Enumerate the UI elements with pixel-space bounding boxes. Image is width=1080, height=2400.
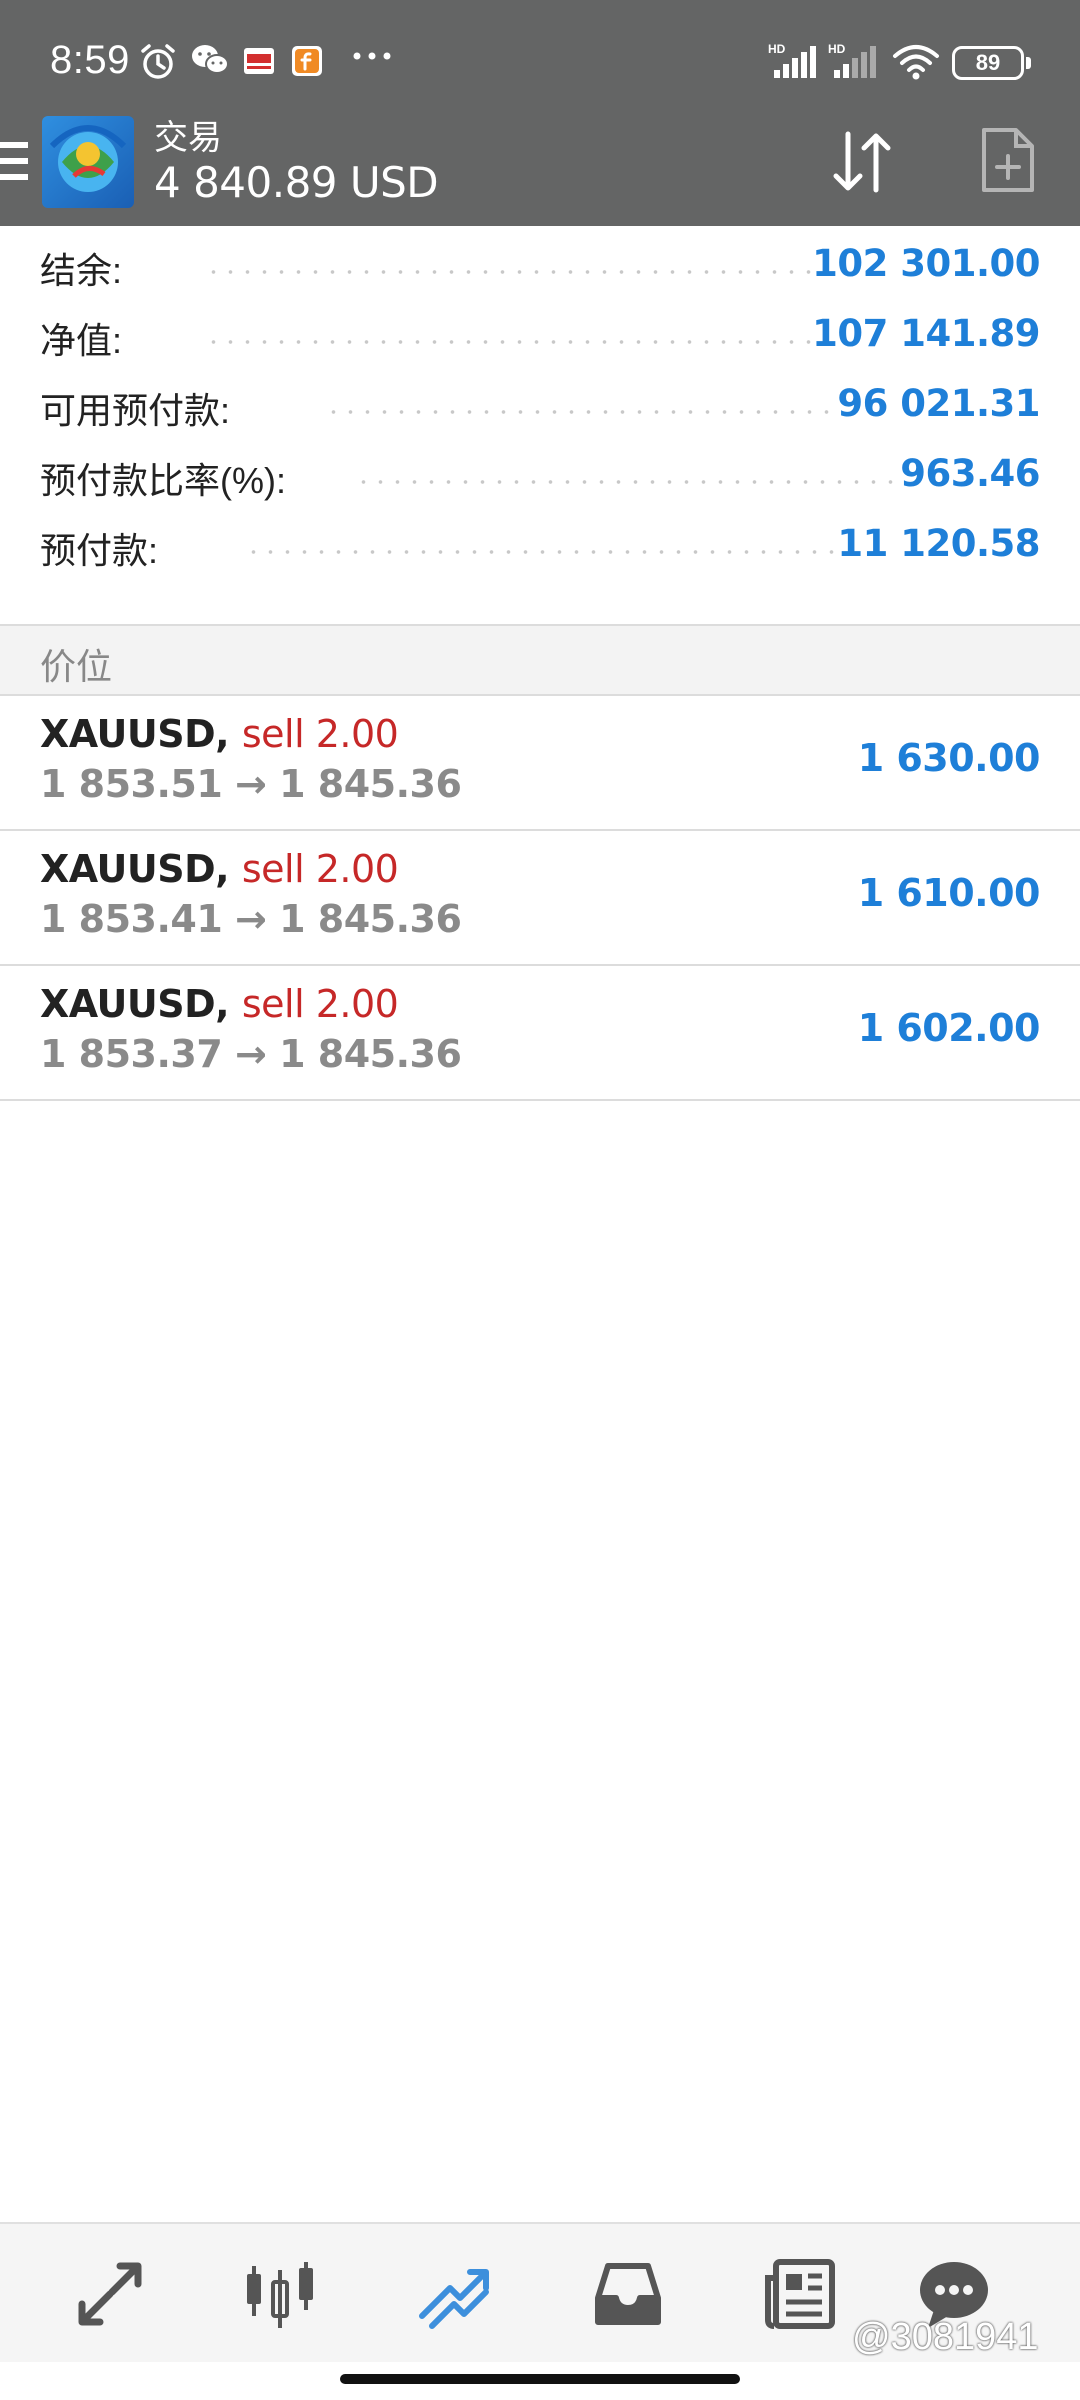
position-symbol-name: XAUUSD, bbox=[40, 847, 230, 891]
app-logo bbox=[42, 116, 134, 208]
menu-icon[interactable] bbox=[0, 142, 28, 186]
summary-value: 102 301.00 bbox=[812, 242, 1040, 285]
position-prices: 1 853.51 → 1 845.36 bbox=[40, 762, 462, 806]
position-profit: 1 630.00 bbox=[857, 736, 1041, 780]
hd-signal-icon: HD bbox=[828, 42, 876, 78]
dot-leader bbox=[205, 270, 815, 274]
position-side: sell 2.00 bbox=[241, 982, 399, 1026]
metatrader-logo-icon bbox=[49, 125, 127, 192]
section-header: 价位 bbox=[0, 624, 1080, 696]
position-symbol: XAUUSD, sell 2.00 bbox=[40, 847, 399, 891]
position-side: sell 2.00 bbox=[241, 847, 399, 891]
status-time: 8:59 bbox=[50, 38, 130, 82]
quotes-icon[interactable] bbox=[70, 2254, 150, 2334]
watermark: @3081941 bbox=[852, 2316, 1039, 2358]
position-row[interactable]: XAUUSD, sell 2.00 1 853.51 → 1 845.36 1 … bbox=[0, 696, 1080, 831]
positions-list: XAUUSD, sell 2.00 1 853.51 → 1 845.36 1 … bbox=[0, 696, 1080, 1101]
wifi-icon bbox=[893, 45, 939, 80]
dot-leader bbox=[205, 340, 815, 344]
dot-leader bbox=[325, 410, 840, 414]
summary-label: 可用预付款: bbox=[40, 382, 239, 434]
summary-label: 预付款比率(%): bbox=[40, 452, 294, 504]
hd-label: HD bbox=[828, 42, 846, 56]
summary-row-free-margin: 可用预付款: 96 021.31 bbox=[0, 366, 1080, 436]
summary-label: 结余: bbox=[40, 242, 131, 294]
position-symbol-name: XAUUSD, bbox=[40, 982, 230, 1026]
position-prices: 1 853.37 → 1 845.36 bbox=[40, 1032, 462, 1076]
header-title: 交易 bbox=[154, 119, 222, 157]
hd-label: HD bbox=[768, 42, 786, 56]
dot-leader bbox=[245, 550, 835, 554]
position-profit: 1 610.00 bbox=[857, 871, 1041, 915]
more-icon bbox=[353, 52, 391, 60]
position-side: sell 2.00 bbox=[241, 712, 399, 756]
app-header: 交易 4 840.89 USD bbox=[0, 106, 1080, 226]
summary-value: 11 120.58 bbox=[837, 522, 1040, 565]
battery-level: 89 bbox=[975, 50, 1001, 75]
position-symbol: XAUUSD, sell 2.00 bbox=[40, 712, 399, 756]
position-row[interactable]: XAUUSD, sell 2.00 1 853.37 → 1 845.36 1 … bbox=[0, 966, 1080, 1101]
home-indicator[interactable] bbox=[340, 2374, 740, 2384]
position-symbol: XAUUSD, sell 2.00 bbox=[40, 982, 399, 1026]
dot-leader bbox=[355, 480, 900, 484]
summary-row-balance: 结余: 102 301.00 bbox=[0, 226, 1080, 296]
wechat-icon bbox=[192, 45, 229, 74]
summary-label: 预付款: bbox=[40, 522, 167, 574]
summary-row-margin-level: 预付款比率(%): 963.46 bbox=[0, 436, 1080, 506]
position-prices: 1 853.41 → 1 845.36 bbox=[40, 897, 462, 941]
status-bar: 8:59 HD HD 89 bbox=[0, 0, 1080, 106]
account-summary: 结余: 102 301.00 净值: 107 141.89 可用预付款: 96 … bbox=[0, 226, 1080, 576]
battery-icon: 89 bbox=[952, 46, 1031, 80]
position-symbol-name: XAUUSD, bbox=[40, 712, 230, 756]
position-profit: 1 602.00 bbox=[857, 1006, 1041, 1050]
summary-row-margin: 预付款: 11 120.58 bbox=[0, 506, 1080, 576]
summary-value: 963.46 bbox=[900, 452, 1040, 495]
sort-icon[interactable] bbox=[826, 126, 898, 198]
summary-row-equity: 净值: 107 141.89 bbox=[0, 296, 1080, 366]
history-icon[interactable] bbox=[588, 2254, 668, 2334]
new-order-icon[interactable] bbox=[980, 126, 1036, 194]
summary-label: 净值: bbox=[40, 312, 131, 364]
alarm-icon bbox=[141, 44, 175, 79]
summary-value: 96 021.31 bbox=[837, 382, 1040, 425]
trade-icon[interactable] bbox=[414, 2254, 494, 2334]
f-app-icon bbox=[292, 46, 322, 76]
news-icon[interactable] bbox=[760, 2254, 840, 2334]
hd-signal-icon: HD bbox=[768, 42, 816, 78]
header-balance: 4 840.89 USD bbox=[154, 158, 439, 207]
chart-icon[interactable] bbox=[240, 2254, 320, 2334]
summary-value: 107 141.89 bbox=[812, 312, 1040, 355]
position-row[interactable]: XAUUSD, sell 2.00 1 853.41 → 1 845.36 1 … bbox=[0, 831, 1080, 966]
news-app-icon bbox=[244, 48, 274, 74]
section-title: 价位 bbox=[40, 646, 113, 687]
